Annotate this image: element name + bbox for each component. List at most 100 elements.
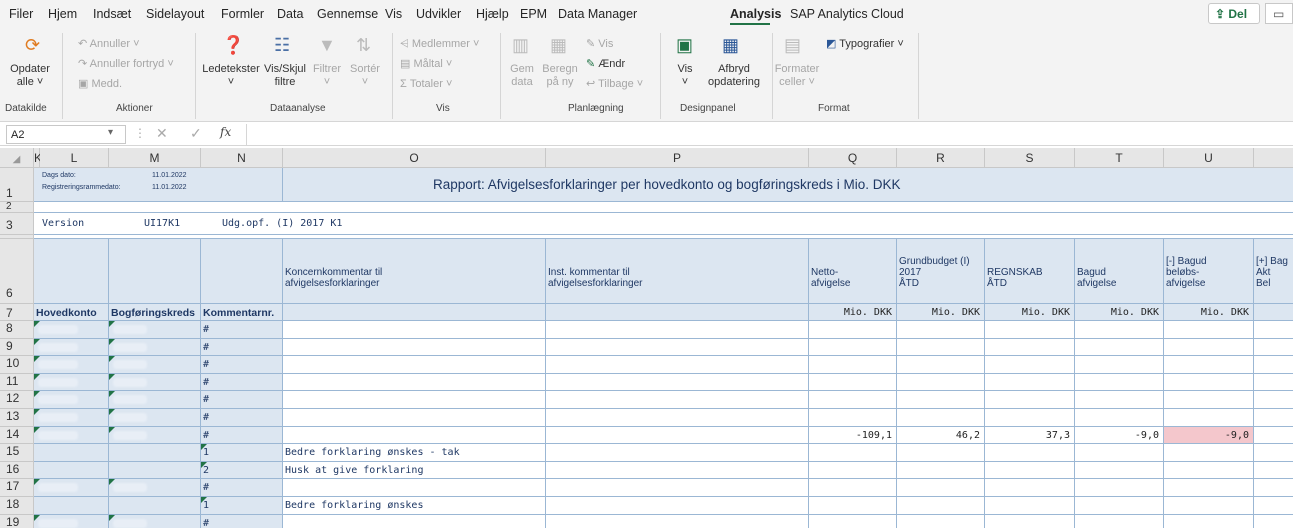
column-header-l[interactable]: L [40, 148, 109, 168]
cell-u-15[interactable] [1164, 444, 1254, 462]
cell-m-18[interactable] [109, 497, 201, 515]
cell-v-19[interactable] [1254, 514, 1293, 528]
fx-icon[interactable]: fx [220, 125, 231, 139]
cell-o-9[interactable] [283, 338, 546, 357]
unit-q[interactable]: Mio. DKK [809, 304, 897, 321]
cell-s-13[interactable] [985, 409, 1075, 427]
cell-m-19[interactable] [109, 514, 201, 528]
cell-n-12[interactable]: # [201, 391, 283, 409]
cell-p-15[interactable] [546, 444, 809, 462]
cell-u-16[interactable] [1164, 461, 1254, 480]
cell-t-15[interactable] [1075, 444, 1164, 462]
row-header-2[interactable]: 2 [0, 202, 34, 213]
cell-n-19[interactable]: # [201, 514, 283, 528]
cell-n-18[interactable]: 1 [201, 497, 283, 515]
cell-l-16[interactable] [34, 461, 109, 480]
cell-l-8[interactable] [34, 321, 109, 339]
cell-s-9[interactable] [985, 338, 1075, 357]
row-header-6[interactable]: 6 [0, 239, 34, 304]
column-header-q[interactable]: Q [809, 148, 897, 168]
column-header-n[interactable]: N [201, 148, 283, 168]
header-bagud[interactable]: Bagud afvigelse [1075, 239, 1164, 304]
cell-t-10[interactable] [1075, 356, 1164, 374]
tab-filer[interactable]: Filer [9, 7, 33, 21]
header-hovedkonto[interactable]: Hovedkonto [34, 304, 109, 321]
cell-v-10[interactable] [1254, 356, 1293, 374]
cell-n-16[interactable]: 2 [201, 461, 283, 480]
cell-n-8[interactable]: # [201, 321, 283, 339]
cell-u-10[interactable] [1164, 356, 1254, 374]
cell-n-15[interactable]: 1 [201, 444, 283, 462]
tab-indsaet[interactable]: Indsæt [93, 7, 131, 21]
cell-q-17[interactable] [809, 479, 897, 497]
row-2-cells[interactable] [34, 202, 1293, 213]
column-header-p[interactable]: P [546, 148, 809, 168]
header-next[interactable]: [+] Bag Akt Bel [1254, 239, 1293, 304]
header-inst[interactable]: Inst. kommentar til afvigelsesforklaring… [546, 239, 809, 304]
row-header-15[interactable]: 15 [0, 444, 34, 462]
cell-n-17[interactable]: # [201, 479, 283, 497]
cell-u-8[interactable] [1164, 321, 1254, 339]
show-hide-filters-button[interactable]: Vis/Skjul filtre [262, 63, 308, 89]
header-koncern[interactable]: Koncernkommentar til afvigelsesforklarin… [283, 239, 546, 304]
cell-m-13[interactable] [109, 409, 201, 427]
cell-v-11[interactable] [1254, 373, 1293, 392]
cell-q-10[interactable] [809, 356, 897, 374]
redo-button[interactable]: ↷ Annuller fortryd ˅ [78, 58, 174, 71]
cell-q-15[interactable] [809, 444, 897, 462]
cell-s-11[interactable] [985, 373, 1075, 392]
cell-u-14[interactable]: -9,0 [1164, 426, 1254, 445]
cell-t-12[interactable] [1075, 391, 1164, 409]
members-button[interactable]: ⩤ Medlemmer ˅ [400, 38, 479, 51]
header-kommentarnr[interactable]: Kommentarnr. [201, 304, 283, 321]
tab-udvikler[interactable]: Udvikler [416, 7, 461, 21]
unit-t[interactable]: Mio. DKK [1075, 304, 1164, 321]
pause-refresh-button[interactable]: Afbryd opdatering [702, 63, 766, 89]
header-empty-l[interactable] [34, 239, 109, 304]
cell-t-13[interactable] [1075, 409, 1164, 427]
cell-o-17[interactable] [283, 479, 546, 497]
cell-l-15[interactable] [34, 444, 109, 462]
filter-button[interactable]: Filtrer ˅ [308, 63, 346, 89]
cell-p-18[interactable] [546, 497, 809, 515]
cell-u-19[interactable] [1164, 514, 1254, 528]
view-button[interactable]: ✎ Vis [586, 38, 613, 51]
cell-q-12[interactable] [809, 391, 897, 409]
cell-r-19[interactable] [897, 514, 985, 528]
cell-l-18[interactable] [34, 497, 109, 515]
message-button[interactable]: ▣ Medd. [78, 78, 122, 91]
cell-t-11[interactable] [1075, 373, 1164, 392]
cell-m-17[interactable] [109, 479, 201, 497]
cell-q-9[interactable] [809, 338, 897, 357]
cell-q-8[interactable] [809, 321, 897, 339]
row-header-1[interactable]: 1 [0, 168, 34, 202]
formula-input[interactable] [246, 124, 1293, 145]
cell-o-14[interactable] [283, 426, 546, 445]
share-button[interactable]: ⇪ Del [1208, 3, 1260, 24]
cell-v-9[interactable] [1254, 338, 1293, 357]
header-bogforingskreds[interactable]: Bogføringskreds [109, 304, 201, 321]
report-title-cell[interactable]: Rapport: Afvigelsesforklaringer per hove… [283, 168, 1293, 202]
vis-panel-button[interactable]: Vis ˅ [668, 63, 702, 89]
cell-q-13[interactable] [809, 409, 897, 427]
cell-n-14[interactable]: # [201, 426, 283, 445]
recalculate-button[interactable]: Beregn på ny [540, 63, 580, 89]
refresh-all-button[interactable]: Opdater alle ˅ [4, 63, 56, 89]
cell-l-10[interactable] [34, 356, 109, 374]
cell-o-13[interactable] [283, 409, 546, 427]
row-header-14[interactable]: 14 [0, 426, 34, 445]
cell-t-16[interactable] [1075, 461, 1164, 480]
row-header-3[interactable]: 3 [0, 213, 34, 235]
tab-sap-analytics-cloud[interactable]: SAP Analytics Cloud [790, 7, 904, 21]
header-bagud-belob[interactable]: [-] Bagud beløbs- afvigelse [1164, 239, 1254, 304]
column-header-r[interactable]: R [897, 148, 985, 168]
header-empty-m[interactable] [109, 239, 201, 304]
enter-icon[interactable]: ✓ [190, 125, 202, 142]
column-header-u[interactable]: U [1164, 148, 1254, 168]
cell-s-15[interactable] [985, 444, 1075, 462]
cell-v-18[interactable] [1254, 497, 1293, 515]
cell-l-13[interactable] [34, 409, 109, 427]
cell-v-14[interactable] [1254, 426, 1293, 445]
tab-data[interactable]: Data [277, 7, 303, 21]
cell-t-17[interactable] [1075, 479, 1164, 497]
